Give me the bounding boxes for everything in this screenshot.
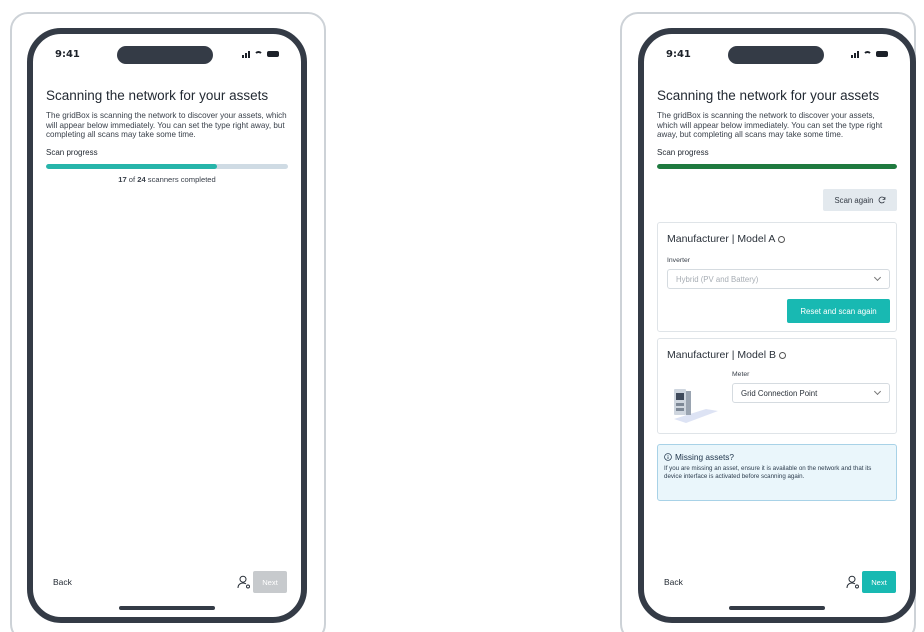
stage: 9:41 Scanning the network for your asset… [0, 0, 924, 632]
signal-icon [851, 50, 859, 58]
chevron-down-icon [873, 273, 882, 282]
battery-icon [876, 51, 888, 57]
page-description: The gridBox is scanning the network to d… [657, 111, 883, 139]
status-time: 9:41 [666, 49, 691, 60]
dynamic-island [728, 46, 824, 64]
status-bar: 9:41 [644, 46, 910, 66]
wifi-icon [863, 51, 872, 57]
of-text: of [126, 174, 138, 184]
inverter-select-value: Hybrid (PV and Battery) [676, 274, 759, 284]
progress-text: 17 of 24 scanners completed [46, 175, 288, 184]
asset-a-title-text: Manufacturer | Model A [667, 233, 776, 245]
dynamic-island [117, 46, 213, 64]
back-button[interactable]: Back [53, 577, 72, 587]
info-circle-icon [664, 453, 672, 461]
missing-assets-notice: Missing assets? If you are missing an as… [657, 444, 897, 501]
system-icons [851, 50, 888, 58]
battery-icon [267, 51, 279, 57]
meter-select-value: Grid Connection Point [741, 388, 818, 398]
meter-label: Meter [732, 371, 750, 378]
asset-card-a: Manufacturer | Model A Inverter Hybrid (… [657, 222, 897, 332]
progress-label: Scan progress [46, 147, 98, 157]
asset-b-title-text: Manufacturer | Model B [667, 349, 776, 361]
progress-fill [46, 163, 218, 169]
asset-card-b: Manufacturer | Model B Meter Grid Connec… [657, 338, 897, 434]
home-indicator [119, 606, 215, 610]
right-phone: 9:41 Scanning the network for your asset… [638, 28, 916, 623]
user-settings-icon[interactable] [237, 575, 251, 589]
system-icons [242, 50, 279, 58]
scan-content: Scanning the network for your assets The… [46, 88, 288, 184]
notice-text: If you are missing an asset, ensure it i… [664, 465, 872, 481]
next-button[interactable]: Next [862, 571, 896, 593]
progress-track [657, 163, 897, 169]
meter-type-select[interactable]: Grid Connection Point [732, 383, 890, 403]
wifi-icon [254, 51, 263, 57]
progress-fill [657, 163, 897, 169]
notice-title-text: Missing assets? [675, 452, 735, 462]
scanners-text: scanners completed [145, 174, 216, 184]
progress-label: Scan progress [657, 147, 709, 157]
completed-count: 17 [118, 174, 127, 184]
inverter-type-select[interactable]: Hybrid (PV and Battery) [667, 269, 890, 289]
inverter-label: Inverter [667, 257, 691, 264]
status-bar: 9:41 [33, 46, 301, 66]
info-icon[interactable] [778, 235, 786, 243]
signal-icon [242, 50, 250, 58]
progress-track [46, 163, 288, 169]
asset-b-title: Manufacturer | Model B [667, 349, 786, 361]
page-title: Scanning the network for your assets [657, 88, 880, 103]
back-button[interactable]: Back [664, 577, 683, 587]
left-phone: 9:41 Scanning the network for your asset… [27, 28, 307, 623]
scan-content: Scanning the network for your assets The… [657, 88, 897, 169]
user-settings-icon[interactable] [846, 575, 860, 589]
bottom-bar: Back Next [33, 571, 301, 595]
chevron-down-icon [873, 387, 882, 396]
total-count: 24 [137, 174, 146, 184]
status-time: 9:41 [55, 49, 80, 60]
scan-again-button[interactable]: Scan again [823, 189, 897, 211]
scan-again-label: Scan again [834, 195, 874, 205]
page-description: The gridBox is scanning the network to d… [46, 111, 287, 139]
info-icon[interactable] [778, 351, 786, 359]
home-indicator [729, 606, 825, 610]
meter-device-illustration [674, 389, 718, 423]
page-title: Scanning the network for your assets [46, 88, 269, 103]
refresh-icon [878, 196, 885, 204]
notice-title: Missing assets? [664, 452, 890, 462]
reset-and-scan-button[interactable]: Reset and scan again [787, 299, 890, 323]
next-button[interactable]: Next [253, 571, 287, 593]
bottom-bar: Back Next [644, 571, 910, 595]
asset-a-title: Manufacturer | Model A [667, 233, 786, 245]
